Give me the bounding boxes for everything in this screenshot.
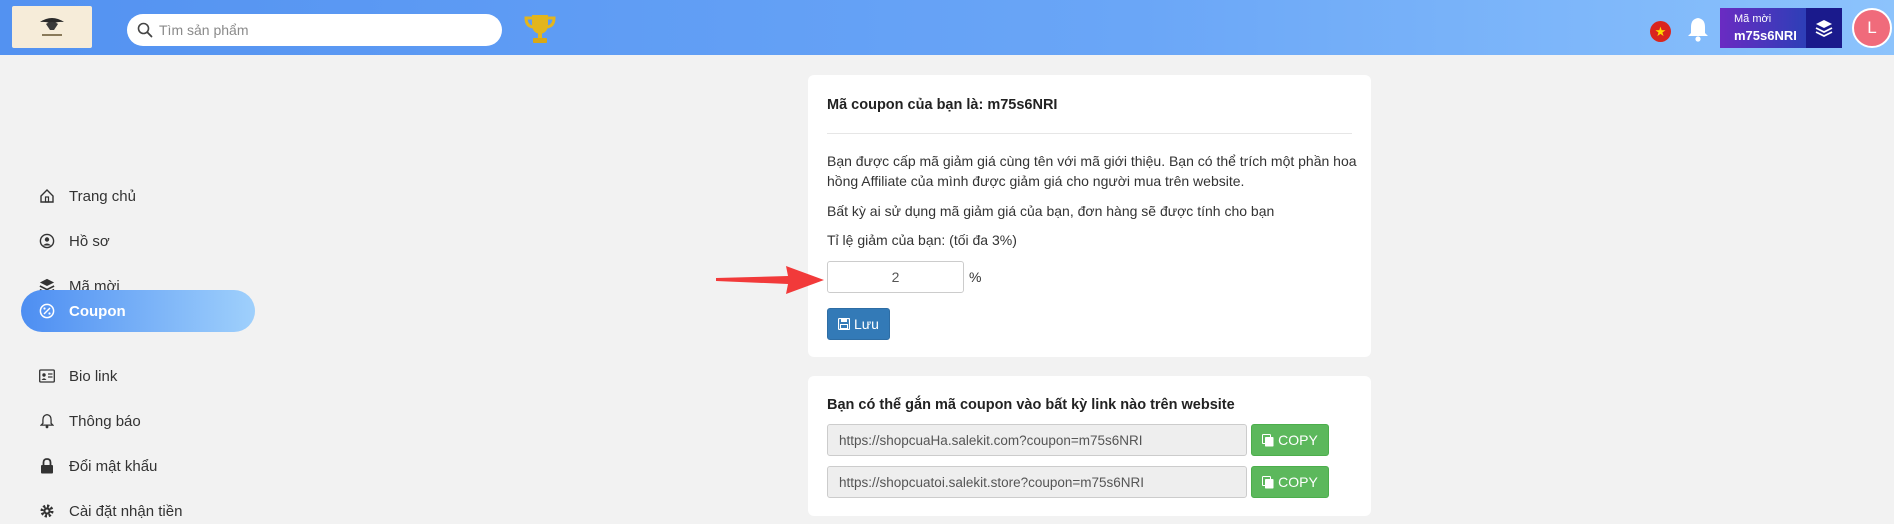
copy-button[interactable]: COPY — [1251, 466, 1329, 498]
gear-icon — [40, 504, 54, 518]
copy-button-label: COPY — [1278, 432, 1318, 448]
save-button-label: Lưu — [854, 316, 879, 332]
home-icon — [40, 189, 54, 203]
coupon-link-input[interactable] — [827, 466, 1247, 498]
card-divider — [827, 133, 1352, 134]
sidebar-item-profile[interactable]: Hồ sơ — [21, 220, 255, 262]
save-button[interactable]: Lưu — [827, 308, 890, 340]
copy-icon — [1262, 433, 1274, 446]
links-card-title: Bạn có thể gắn mã coupon vào bất kỳ link… — [827, 397, 1235, 413]
sidebar-item-label: Thông báo — [69, 412, 141, 430]
user-avatar[interactable]: L — [1852, 8, 1892, 48]
sidebar-item-change-password[interactable]: Đổi mật khẩu — [21, 445, 255, 487]
sidebar-item-payment-settings[interactable]: Cài đặt nhận tiền — [21, 490, 255, 524]
lock-icon — [41, 458, 53, 474]
layers-icon — [1815, 20, 1833, 37]
coupon-settings-card: Mã coupon của bạn là: m75s6NRI Bạn được … — [808, 75, 1371, 357]
copy-button-label: COPY — [1278, 474, 1318, 490]
layers-button[interactable] — [1806, 8, 1842, 48]
coupon-links-card: Bạn có thể gắn mã coupon vào bất kỳ link… — [808, 376, 1371, 516]
notification-bell-icon[interactable] — [1686, 16, 1710, 42]
sidebar-nav: Trang chủ Hồ sơ Mã mời Coupon Bio link T… — [0, 55, 260, 524]
coupon-card-title: Mã coupon của bạn là: m75s6NRI — [827, 97, 1058, 113]
brand-logo[interactable] — [12, 6, 92, 48]
invite-code-label: Mã mời — [1734, 13, 1772, 25]
discount-rate-label: Tỉ lệ giảm của bạn: (tối đa 3%) — [827, 232, 1017, 248]
floppy-disk-icon — [838, 318, 851, 330]
percent-sign: % — [969, 269, 982, 285]
sidebar-item-notifications[interactable]: Thông báo — [21, 400, 255, 442]
discount-rate-input[interactable] — [827, 261, 964, 293]
sidebar-item-label: Trang chủ — [69, 187, 136, 205]
bell-icon — [40, 413, 54, 429]
sidebar-item-label: Bio link — [69, 367, 118, 385]
sidebar-item-bio-link[interactable]: Bio link — [21, 355, 255, 397]
trophy-icon[interactable] — [523, 13, 557, 45]
sidebar-item-label: Coupon — [69, 302, 126, 320]
coupon-description: Bạn được cấp mã giảm giá cùng tên với mã… — [827, 153, 1357, 189]
search-icon — [137, 22, 153, 38]
sidebar-item-label: Cài đặt nhận tiền — [69, 502, 183, 520]
invite-code-value: m75s6NRI — [1734, 28, 1797, 43]
sidebar-item-label: Đổi mật khẩu — [69, 457, 158, 475]
language-flag-icon[interactable]: ★ — [1650, 21, 1671, 42]
sidebar-item-home[interactable]: Trang chủ — [21, 175, 255, 217]
invite-code-badge[interactable]: Mã mời m75s6NRI — [1720, 8, 1806, 48]
sidebar-item-label: Hồ sơ — [69, 232, 110, 250]
copy-icon — [1262, 475, 1274, 488]
coupon-link-input[interactable] — [827, 424, 1247, 456]
top-header: ★ Mã mời m75s6NRI L — [0, 0, 1894, 55]
search-input[interactable] — [159, 22, 479, 38]
percent-badge-icon — [39, 303, 55, 319]
annotation-arrow-icon — [716, 266, 824, 294]
user-circle-icon — [39, 233, 55, 249]
logo-icon — [40, 18, 64, 36]
sidebar-item-coupon[interactable]: Coupon — [21, 290, 255, 332]
coupon-attribution-note: Bất kỳ ai sử dụng mã giảm giá của bạn, đ… — [827, 203, 1275, 219]
copy-button[interactable]: COPY — [1251, 424, 1329, 456]
id-card-icon — [39, 369, 55, 383]
search-bar[interactable] — [127, 14, 502, 46]
